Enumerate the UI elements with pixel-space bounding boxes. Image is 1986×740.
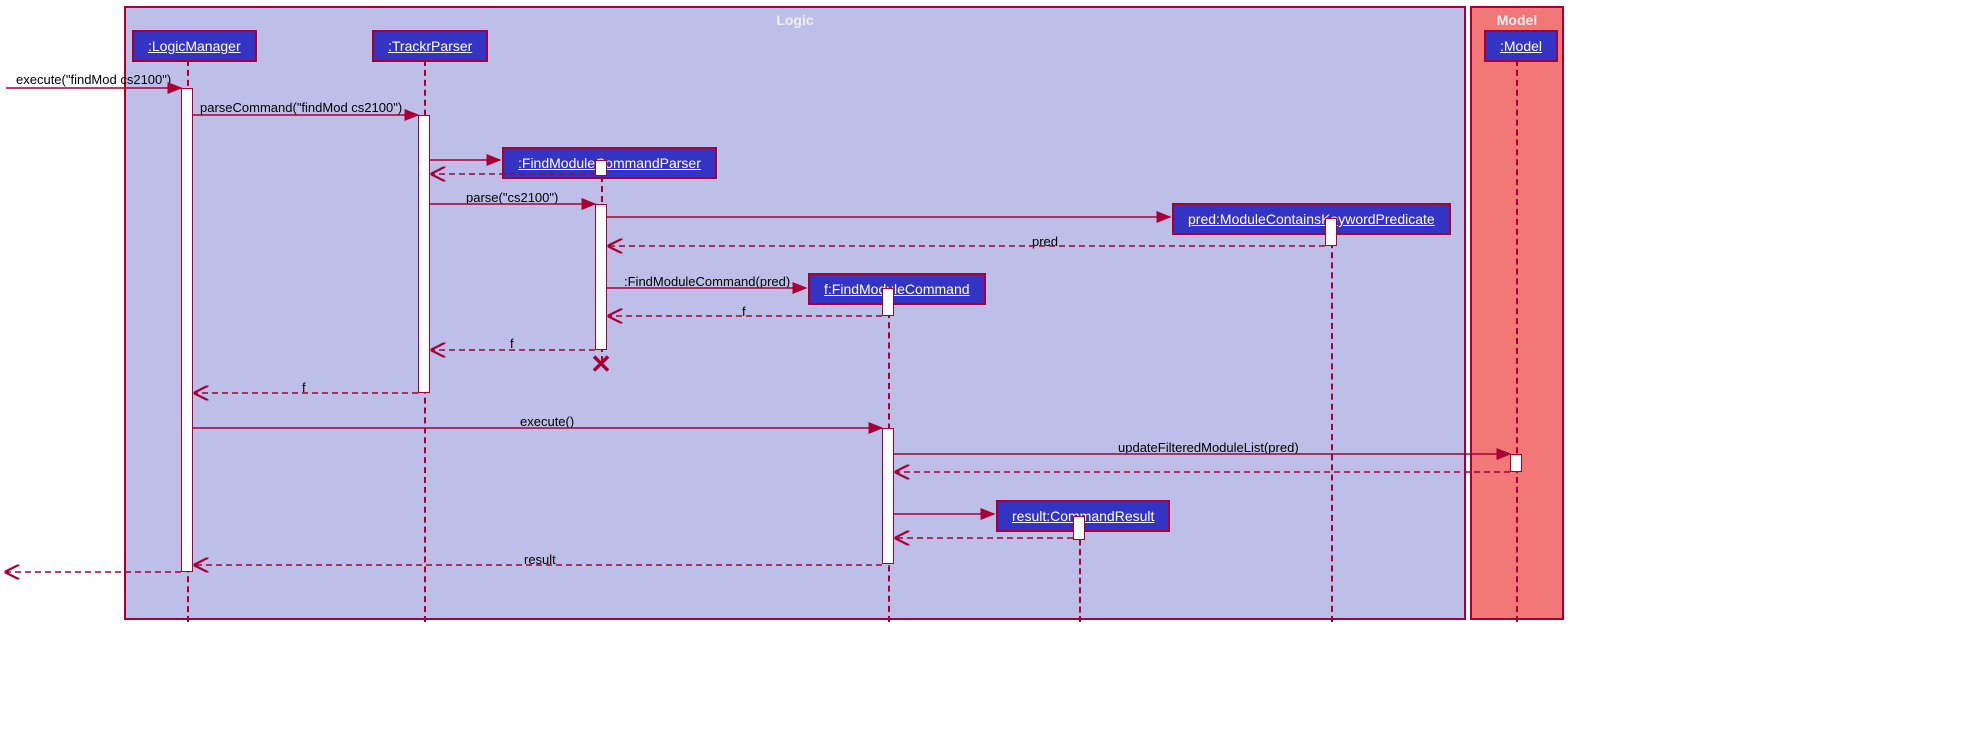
lifeline-command-result: [1079, 530, 1081, 622]
msg-result-return: result: [524, 552, 556, 567]
participant-model: :Model: [1484, 30, 1558, 62]
activation-logic-manager: [181, 88, 193, 572]
model-box-label: Model: [1497, 12, 1537, 28]
activation-fmc-2: [882, 428, 894, 564]
msg-f-return-1: f: [742, 304, 746, 319]
msg-parse: parse("cs2100"): [466, 190, 558, 205]
activation-trackr-parser: [418, 115, 430, 393]
logic-box-label: Logic: [776, 12, 813, 28]
participant-pred: pred:ModuleContainsKeywordPredicate: [1172, 203, 1451, 235]
participant-find-module-command-parser: :FindModuleCommandParser: [502, 147, 717, 179]
msg-f-return-3: f: [302, 380, 306, 395]
lifeline-model: [1516, 60, 1518, 622]
activation-fmcp-1: [595, 160, 607, 176]
msg-execute-2: execute(): [520, 414, 574, 429]
logic-box: Logic: [124, 6, 1466, 620]
msg-update-filtered: updateFilteredModuleList(pred): [1118, 440, 1299, 455]
activation-model: [1510, 454, 1522, 472]
participant-find-module-command: f:FindModuleCommand: [808, 273, 986, 305]
activation-fmcp-2: [595, 204, 607, 350]
destroy-icon: ✕: [589, 352, 613, 376]
msg-parse-command: parseCommand("findMod cs2100"): [200, 100, 402, 115]
participant-logic-manager: :LogicManager: [132, 30, 257, 62]
activation-fmc-1: [882, 288, 894, 316]
participant-trackr-parser: :TrackrParser: [372, 30, 488, 62]
activation-pred: [1325, 218, 1337, 246]
lifeline-pred: [1331, 232, 1333, 622]
msg-pred-return: pred: [1032, 234, 1058, 249]
msg-fmc-create: :FindModuleCommand(pred): [624, 274, 790, 289]
msg-execute-1: execute("findMod cs2100"): [16, 72, 171, 87]
msg-f-return-2: f: [510, 336, 514, 351]
activation-command-result: [1073, 516, 1085, 540]
